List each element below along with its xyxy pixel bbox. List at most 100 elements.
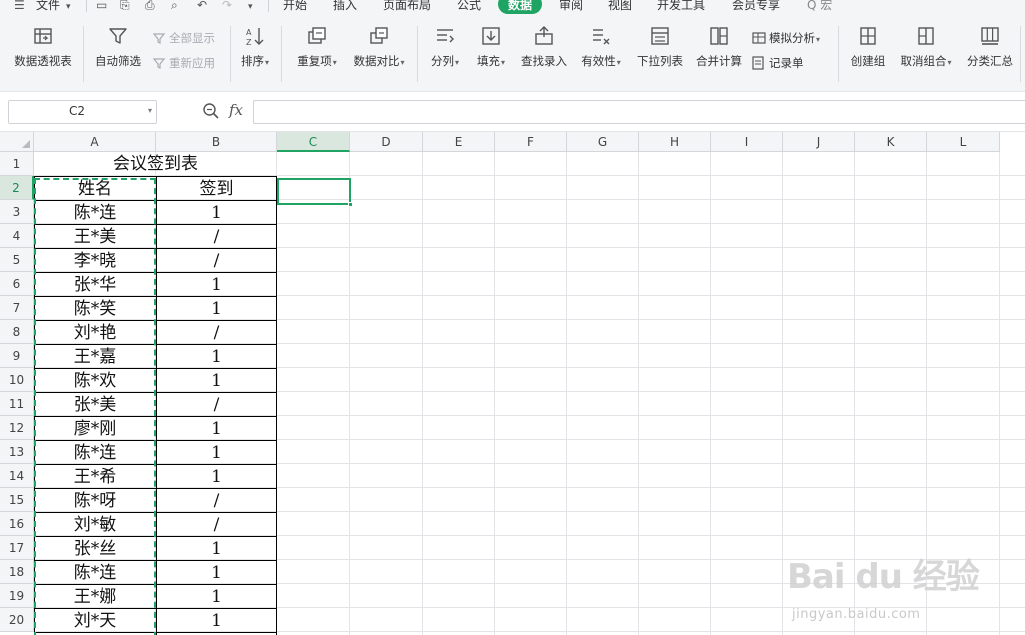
column-header-h[interactable]: H (639, 132, 711, 152)
row-header-7[interactable]: 7 (0, 296, 34, 320)
save-icon[interactable]: ▭ (96, 0, 107, 13)
show-all-button[interactable]: 全部显示 (152, 30, 215, 46)
signin-cell[interactable]: 1 (156, 585, 277, 609)
column-header-c[interactable]: C (277, 132, 350, 152)
signin-cell[interactable]: 1 (156, 417, 277, 441)
subtotal-button[interactable]: 分类汇总 (962, 24, 1018, 80)
fx-icon[interactable]: fx (229, 101, 243, 119)
column-header-k[interactable]: K (855, 132, 927, 152)
row-header-19[interactable]: 19 (0, 584, 34, 608)
row-header-4[interactable]: 4 (0, 224, 34, 248)
zoom-icon[interactable] (202, 102, 220, 120)
row-header-1[interactable]: 1 (0, 152, 34, 176)
tab-home[interactable]: 开始 (283, 0, 307, 14)
signin-cell[interactable]: 1 (156, 297, 277, 321)
validation-button[interactable]: 有效性▾ (576, 24, 626, 80)
row-header-3[interactable]: 3 (0, 200, 34, 224)
column-header-j[interactable]: J (783, 132, 855, 152)
split-columns-button[interactable]: 分列▾ (425, 24, 465, 80)
row-header-13[interactable]: 13 (0, 440, 34, 464)
tab-data[interactable]: 数据 (498, 0, 542, 14)
tab-formulas[interactable]: 公式 (457, 0, 481, 14)
data-compare-button[interactable]: 数据对比▾ (348, 24, 410, 80)
row-header-16[interactable]: 16 (0, 512, 34, 536)
signin-cell[interactable]: 1 (156, 201, 277, 225)
signin-cell[interactable]: / (156, 489, 277, 513)
signin-cell[interactable]: / (156, 225, 277, 249)
consolidate-button[interactable]: 合并计算 (691, 24, 747, 80)
row-header-6[interactable]: 6 (0, 272, 34, 296)
column-header-f[interactable]: F (495, 132, 567, 152)
row-header-8[interactable]: 8 (0, 320, 34, 344)
menu-file[interactable]: 文件 (36, 0, 60, 14)
row-header-20[interactable]: 20 (0, 608, 34, 632)
tab-insert[interactable]: 插入 (333, 0, 357, 14)
signin-cell[interactable]: / (156, 393, 277, 417)
autofilter-button[interactable]: 自动筛选 (90, 24, 146, 80)
signin-cell[interactable]: 1 (156, 537, 277, 561)
row-header-18[interactable]: 18 (0, 560, 34, 584)
chevron-down-icon[interactable]: ▾ (66, 0, 71, 14)
signin-cell[interactable]: 1 (156, 369, 277, 393)
export-icon[interactable]: ⎘ (120, 0, 130, 13)
row-header-14[interactable]: 14 (0, 464, 34, 488)
signin-cell[interactable]: 1 (156, 345, 277, 369)
signin-cell[interactable]: / (156, 249, 277, 273)
signin-cell[interactable]: / (156, 513, 277, 537)
row-header-17[interactable]: 17 (0, 536, 34, 560)
signin-cell[interactable]: 1 (156, 609, 277, 633)
print-icon[interactable]: ⎙ (145, 0, 155, 13)
row-header-15[interactable]: 15 (0, 488, 34, 512)
header-cell-signin[interactable]: 签到 (156, 177, 277, 201)
print-preview-icon[interactable]: ⌕ (171, 0, 178, 13)
row-header-11[interactable]: 11 (0, 392, 34, 416)
column-header-d[interactable]: D (350, 132, 423, 152)
row-header-10[interactable]: 10 (0, 368, 34, 392)
pivot-table-button[interactable]: 数据透视表 (8, 24, 78, 80)
lookup-entry-button[interactable]: 查找录入 (516, 24, 572, 80)
column-header-l[interactable]: L (927, 132, 1000, 152)
dropdown-list-button[interactable]: 下拉列表 (632, 24, 688, 80)
create-group-button[interactable]: 创建组 (845, 24, 891, 80)
duplicates-button[interactable]: 重复项▾ (289, 24, 345, 80)
row-header-9[interactable]: 9 (0, 344, 34, 368)
signin-cell[interactable]: 1 (156, 441, 277, 465)
name-box[interactable]: C2 ▾ (8, 100, 157, 124)
whatif-button[interactable]: 模拟分析▾ (752, 30, 820, 46)
tab-review[interactable]: 审阅 (559, 0, 583, 14)
signin-cell[interactable]: 1 (156, 561, 277, 585)
formula-input[interactable] (253, 100, 1025, 124)
column-header-g[interactable]: G (567, 132, 639, 152)
signin-cell[interactable]: 1 (156, 465, 277, 489)
signin-cell[interactable]: 1 (156, 273, 277, 297)
tab-page-layout[interactable]: 页面布局 (383, 0, 431, 14)
signin-cell[interactable]: / (156, 321, 277, 345)
column-header-b[interactable]: B (156, 132, 277, 152)
row-header-2[interactable]: 2 (0, 176, 34, 200)
column-header-a[interactable]: A (34, 132, 156, 152)
tab-view[interactable]: 视图 (608, 0, 632, 14)
redo-icon[interactable]: ↷ (222, 0, 232, 13)
tab-member[interactable]: 会员专享 (732, 0, 780, 14)
column-header-i[interactable]: I (711, 132, 783, 152)
sort-text: 排序 (240, 54, 264, 68)
fill-button[interactable]: 填充▾ (471, 24, 511, 80)
menu-separator (86, 0, 87, 12)
row-header-5[interactable]: 5 (0, 248, 34, 272)
customize-chevron-icon[interactable]: ▾ (248, 0, 253, 14)
hamburger-icon[interactable]: ☰ (14, 0, 25, 13)
reapply-button[interactable]: 重新应用 (152, 55, 215, 71)
tab-developer[interactable]: 开发工具 (657, 0, 705, 14)
undo-icon[interactable]: ↶ (197, 0, 207, 13)
record-form-button[interactable]: 记录单 (752, 55, 804, 71)
search-box[interactable]: Q 宏 (807, 0, 832, 14)
chevron-down-icon[interactable]: ▾ (148, 106, 152, 115)
select-all-corner[interactable] (0, 132, 34, 152)
sheet-title-cell[interactable]: 会议签到表 (34, 152, 277, 176)
row-header-12[interactable]: 12 (0, 416, 34, 440)
ungroup-button[interactable]: 取消组合▾ (895, 24, 957, 80)
fill-handle[interactable] (348, 202, 353, 207)
sort-button[interactable]: AZ 排序▾ (236, 24, 274, 80)
column-header-e[interactable]: E (423, 132, 495, 152)
active-cell-c2[interactable] (277, 178, 353, 207)
